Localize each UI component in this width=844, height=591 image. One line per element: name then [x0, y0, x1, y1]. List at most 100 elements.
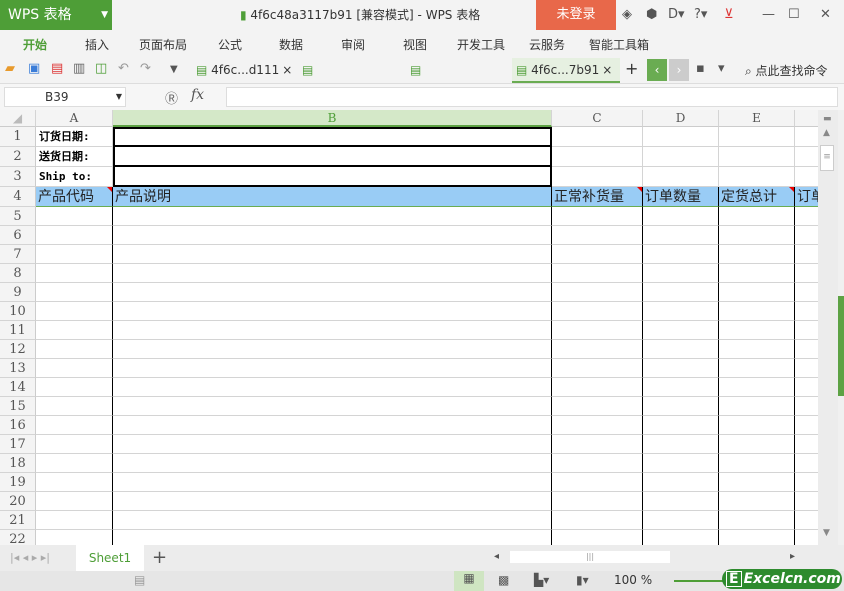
cell-a7[interactable] — [36, 245, 113, 264]
settings-icon[interactable]: ⬢ — [646, 7, 657, 22]
row-header[interactable]: 5 — [0, 207, 36, 226]
cell-c12[interactable] — [552, 340, 643, 359]
cell-d17[interactable] — [643, 435, 719, 454]
redo-icon[interactable]: ↷ — [140, 61, 151, 76]
normal-view-icon[interactable]: ▦ — [454, 571, 484, 591]
cell-b15[interactable] — [113, 397, 552, 416]
horizontal-scrollbar[interactable]: ||| — [510, 551, 670, 563]
row-header[interactable]: 4 — [0, 187, 36, 207]
cell-f9[interactable] — [795, 283, 818, 302]
cell-d18[interactable] — [643, 454, 719, 473]
row-header[interactable]: 22 — [0, 530, 36, 545]
command-search[interactable]: ⌕ 点此查找命令 — [745, 62, 828, 79]
zoom-formula-icon[interactable]: Ⓡ — [165, 88, 178, 107]
cell-f1[interactable] — [795, 127, 818, 147]
row-header[interactable]: 3 — [0, 167, 36, 187]
cell-f16[interactable] — [795, 416, 818, 435]
name-box[interactable]: B39 ▼ — [4, 87, 126, 107]
cell-c19[interactable] — [552, 473, 643, 492]
cell-f6[interactable] — [795, 226, 818, 245]
cell-e16[interactable] — [719, 416, 795, 435]
cell-f13[interactable] — [795, 359, 818, 378]
row-header[interactable]: 13 — [0, 359, 36, 378]
app-menu-button[interactable]: WPS 表格 ▼ — [0, 0, 112, 30]
cell-d16[interactable] — [643, 416, 719, 435]
cell-b8[interactable] — [113, 264, 552, 283]
menu-data[interactable]: 数据 — [279, 36, 303, 53]
cell-d5[interactable] — [643, 207, 719, 226]
cell-a2[interactable]: 送货日期: — [36, 147, 113, 167]
cell-a20[interactable] — [36, 492, 113, 511]
menu-formula[interactable]: 公式 — [218, 36, 242, 53]
cell-d2[interactable] — [643, 147, 719, 167]
cell-e20[interactable] — [719, 492, 795, 511]
cell-c3[interactable] — [552, 167, 643, 187]
cell-e18[interactable] — [719, 454, 795, 473]
zoom-slider[interactable] — [674, 580, 724, 582]
cell-a6[interactable] — [36, 226, 113, 245]
scroll-down-icon[interactable]: ▼ — [823, 528, 830, 538]
cell-e11[interactable] — [719, 321, 795, 340]
cell-a13[interactable] — [36, 359, 113, 378]
menu-view[interactable]: 视图 — [403, 36, 427, 53]
row-header[interactable]: 15 — [0, 397, 36, 416]
cell-e8[interactable] — [719, 264, 795, 283]
close-icon[interactable]: ✕ — [820, 7, 831, 22]
cell-b20[interactable] — [113, 492, 552, 511]
column-header-b[interactable]: B — [113, 110, 552, 127]
cell-f5[interactable] — [795, 207, 818, 226]
minimize-icon[interactable]: — — [762, 7, 775, 22]
save-icon[interactable]: ▣ — [28, 61, 40, 76]
cell-d9[interactable] — [643, 283, 719, 302]
cell-b17[interactable] — [113, 435, 552, 454]
cell-c14[interactable] — [552, 378, 643, 397]
scroll-left-icon[interactable]: ◂ — [494, 551, 499, 562]
cell-a4[interactable]: 产品代码 — [36, 187, 113, 207]
row-header[interactable]: 12 — [0, 340, 36, 359]
cell-a11[interactable] — [36, 321, 113, 340]
cell-f20[interactable] — [795, 492, 818, 511]
cell-f10[interactable] — [795, 302, 818, 321]
cell-c13[interactable] — [552, 359, 643, 378]
menu-review[interactable]: 审阅 — [341, 36, 365, 53]
cell-e2[interactable] — [719, 147, 795, 167]
cell-d19[interactable] — [643, 473, 719, 492]
row-header[interactable]: 19 — [0, 473, 36, 492]
cell-c17[interactable] — [552, 435, 643, 454]
cell-f3[interactable] — [795, 167, 818, 187]
cell-e14[interactable] — [719, 378, 795, 397]
cell-c6[interactable] — [552, 226, 643, 245]
column-header-a[interactable]: A — [36, 110, 113, 127]
cell-b12[interactable] — [113, 340, 552, 359]
export-pdf-icon[interactable]: ▤ — [51, 61, 63, 76]
cell-d12[interactable] — [643, 340, 719, 359]
cell-b13[interactable] — [113, 359, 552, 378]
cell-c16[interactable] — [552, 416, 643, 435]
cell-d20[interactable] — [643, 492, 719, 511]
open-icon[interactable]: ▰ — [5, 61, 15, 76]
cell-e13[interactable] — [719, 359, 795, 378]
cell-e21[interactable] — [719, 511, 795, 530]
cell-b4[interactable]: 产品说明 — [113, 187, 552, 207]
cell-f11[interactable] — [795, 321, 818, 340]
cell-c1[interactable] — [552, 127, 643, 147]
row-header[interactable]: 6 — [0, 226, 36, 245]
cell-d3[interactable] — [643, 167, 719, 187]
cell-e4[interactable]: 定货总计 — [719, 187, 795, 207]
download-icon[interactable]: ⊻ — [724, 7, 734, 22]
cell-c18[interactable] — [552, 454, 643, 473]
doc-tab[interactable]: ▤ 4f6c4...fe91× — [406, 58, 510, 102]
cell-c15[interactable] — [552, 397, 643, 416]
cell-b6[interactable] — [113, 226, 552, 245]
cell-a16[interactable] — [36, 416, 113, 435]
cell-a5[interactable] — [36, 207, 113, 226]
row-header[interactable]: 18 — [0, 454, 36, 473]
cell-d22[interactable] — [643, 530, 719, 545]
help-icon[interactable]: ?▾ — [694, 7, 707, 22]
row-header[interactable]: 8 — [0, 264, 36, 283]
select-all-corner[interactable]: ◢ — [0, 110, 36, 127]
row-header[interactable]: 14 — [0, 378, 36, 397]
cell-b5[interactable] — [113, 207, 552, 226]
cell-e19[interactable] — [719, 473, 795, 492]
cell-c10[interactable] — [552, 302, 643, 321]
